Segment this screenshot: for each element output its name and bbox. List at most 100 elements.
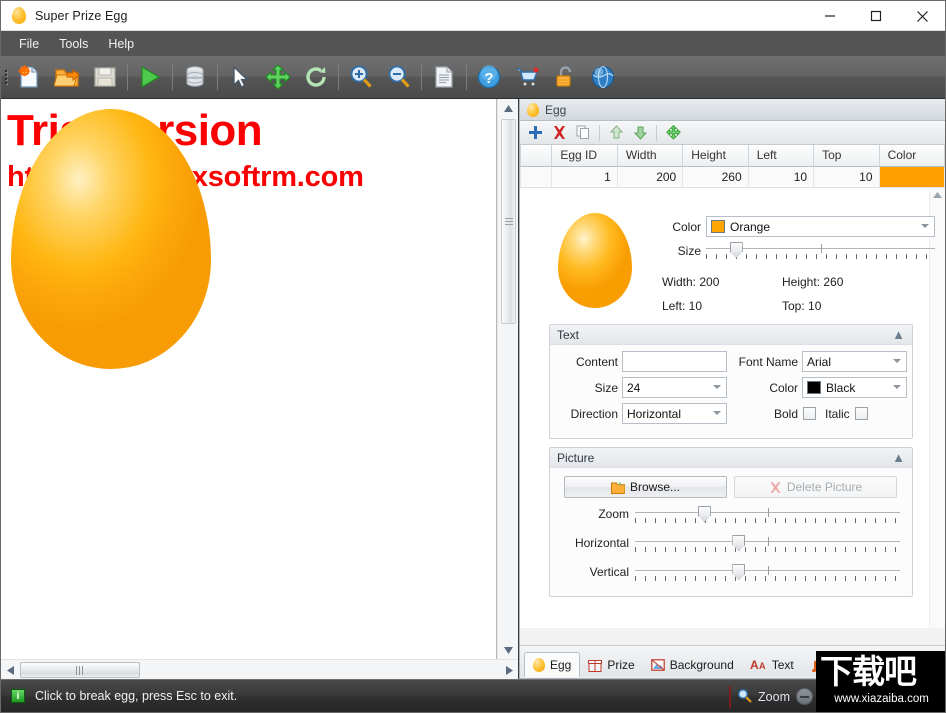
scroll-down-arrow[interactable] — [498, 641, 519, 659]
open-folder-icon[interactable] — [48, 57, 86, 97]
chevron-down-icon — [713, 411, 721, 415]
egg-top-readout: Top: 10 — [782, 299, 822, 313]
vertical-scroll-thumb[interactable] — [501, 119, 516, 324]
chevron-down-icon — [893, 385, 901, 389]
text-size-combo[interactable]: 24 — [622, 377, 727, 398]
picture-horizontal-slider[interactable] — [635, 535, 900, 557]
tab-text-label: Text — [771, 657, 794, 672]
row-selector[interactable] — [520, 167, 553, 187]
properties-panel: Egg Egg ID Width Height Left Top Color 1… — [519, 99, 945, 679]
column-header-height[interactable]: Height — [683, 145, 749, 166]
text-direction-value: Horizontal — [627, 406, 682, 421]
scroll-left-arrow[interactable] — [1, 660, 19, 680]
column-header-egg-id[interactable]: Egg ID — [552, 145, 618, 166]
picture-vertical-slider[interactable] — [635, 564, 900, 586]
text-direction-combo[interactable]: Horizontal — [622, 403, 727, 424]
color-swatch — [711, 220, 725, 233]
panel-toolbar — [520, 121, 945, 145]
text-color-combo[interactable]: Black — [802, 377, 907, 398]
tab-prize[interactable]: Prize — [580, 652, 642, 677]
zoom-out-icon[interactable] — [380, 57, 418, 97]
browse-button[interactable]: Browse... — [564, 476, 727, 498]
toolbar-separator — [421, 64, 422, 90]
column-header-top[interactable]: Top — [814, 145, 880, 166]
menu-item-file[interactable]: File — [9, 34, 49, 54]
text-group-title: Text — [557, 327, 580, 342]
toolbar-separator — [217, 64, 218, 90]
chevron-up-icon[interactable]: ▲ — [892, 327, 905, 342]
picture-group-title: Picture — [557, 450, 595, 465]
run-play-icon[interactable] — [131, 57, 169, 97]
window-title: Super Prize Egg — [35, 8, 128, 23]
save-floppy-icon[interactable] — [86, 57, 124, 97]
picture-zoom-slider[interactable] — [635, 506, 900, 528]
delete-icon[interactable] — [548, 122, 570, 144]
text-content-input[interactable] — [622, 351, 727, 372]
title-bar: Super Prize Egg — [1, 1, 945, 31]
move-up-icon[interactable] — [605, 122, 627, 144]
unlock-register-icon[interactable] — [546, 57, 584, 97]
cell-color-swatch[interactable] — [879, 167, 945, 187]
move-down-icon[interactable] — [629, 122, 651, 144]
menu-item-tools[interactable]: Tools — [49, 34, 98, 54]
chevron-up-icon[interactable]: ▲ — [892, 450, 905, 465]
toolbar-separator — [127, 64, 128, 90]
slider-midpoint-tick — [820, 244, 822, 253]
pointer-select-icon[interactable] — [221, 57, 259, 97]
tab-egg[interactable]: Egg — [524, 652, 581, 677]
new-icon[interactable] — [10, 57, 48, 97]
tab-background[interactable]: Background — [643, 652, 742, 677]
design-canvas[interactable]: Trial Version http://www.xxxsoftrm.com — [1, 99, 497, 659]
status-bar: i Click to break egg, press Esc to exit.… — [1, 679, 945, 712]
toolbar-grip[interactable] — [1, 56, 10, 99]
column-header-left[interactable]: Left — [749, 145, 815, 166]
egg-color-combo[interactable]: Orange — [706, 216, 935, 237]
close-button[interactable] — [899, 1, 945, 31]
delete-picture-button[interactable]: Delete Picture — [734, 476, 897, 498]
database-icon[interactable] — [176, 57, 214, 97]
horizontal-scroll-thumb[interactable] — [20, 662, 140, 678]
arrange-icon[interactable] — [662, 122, 684, 144]
help-question-icon[interactable]: ? — [470, 57, 508, 97]
globe-web-icon[interactable] — [584, 57, 622, 97]
slider-midpoint-tick — [767, 508, 769, 517]
watermark-overlay: 下载吧 www.xiazaiba.com — [816, 651, 945, 712]
slider-ticks — [706, 254, 935, 261]
rotate-refresh-icon[interactable] — [297, 57, 335, 97]
scroll-up-arrow[interactable] — [498, 99, 519, 117]
font-name-combo[interactable]: Arial — [802, 351, 907, 372]
cell-egg-id: 1 — [552, 167, 618, 187]
copy-icon[interactable] — [572, 122, 594, 144]
tab-text[interactable]: AA Text — [742, 652, 802, 677]
column-header-width[interactable]: Width — [618, 145, 684, 166]
canvas-horizontal-scrollbar[interactable] — [1, 659, 518, 679]
egg-properties-form: Color Orange Size Width: 200 Height: 260… — [520, 188, 945, 628]
table-row[interactable]: 1 200 260 10 10 — [520, 167, 945, 188]
form-scroll-up-arrow[interactable] — [930, 188, 945, 202]
text-group-header[interactable]: Text ▲ — [550, 325, 912, 345]
grid-rowheader-corner — [520, 145, 553, 166]
maximize-button[interactable] — [853, 1, 899, 31]
toolbar-separator — [338, 64, 339, 90]
chevron-down-icon — [921, 224, 929, 228]
menu-item-help[interactable]: Help — [98, 34, 144, 54]
zoom-in-icon[interactable] — [342, 57, 380, 97]
minimize-button[interactable] — [807, 1, 853, 31]
bold-checkbox[interactable] — [803, 407, 816, 420]
canvas-vertical-scrollbar[interactable] — [497, 99, 518, 659]
tab-prize-label: Prize — [607, 657, 635, 672]
move-arrows-icon[interactable] — [259, 57, 297, 97]
zoom-out-button[interactable] — [796, 688, 813, 705]
italic-checkbox[interactable] — [854, 407, 868, 420]
picture-vertical-label: Vertical — [589, 565, 629, 579]
svg-text:?: ? — [484, 70, 493, 87]
column-header-color[interactable]: Color — [880, 145, 945, 166]
cart-buy-icon[interactable] — [508, 57, 546, 97]
egg-size-slider[interactable] — [706, 242, 935, 264]
report-page-icon[interactable] — [425, 57, 463, 97]
svg-text:A: A — [759, 661, 766, 671]
add-icon[interactable] — [524, 122, 546, 144]
picture-group-header[interactable]: Picture ▲ — [550, 448, 912, 468]
scroll-right-arrow[interactable] — [500, 660, 518, 680]
status-separator — [729, 685, 732, 708]
